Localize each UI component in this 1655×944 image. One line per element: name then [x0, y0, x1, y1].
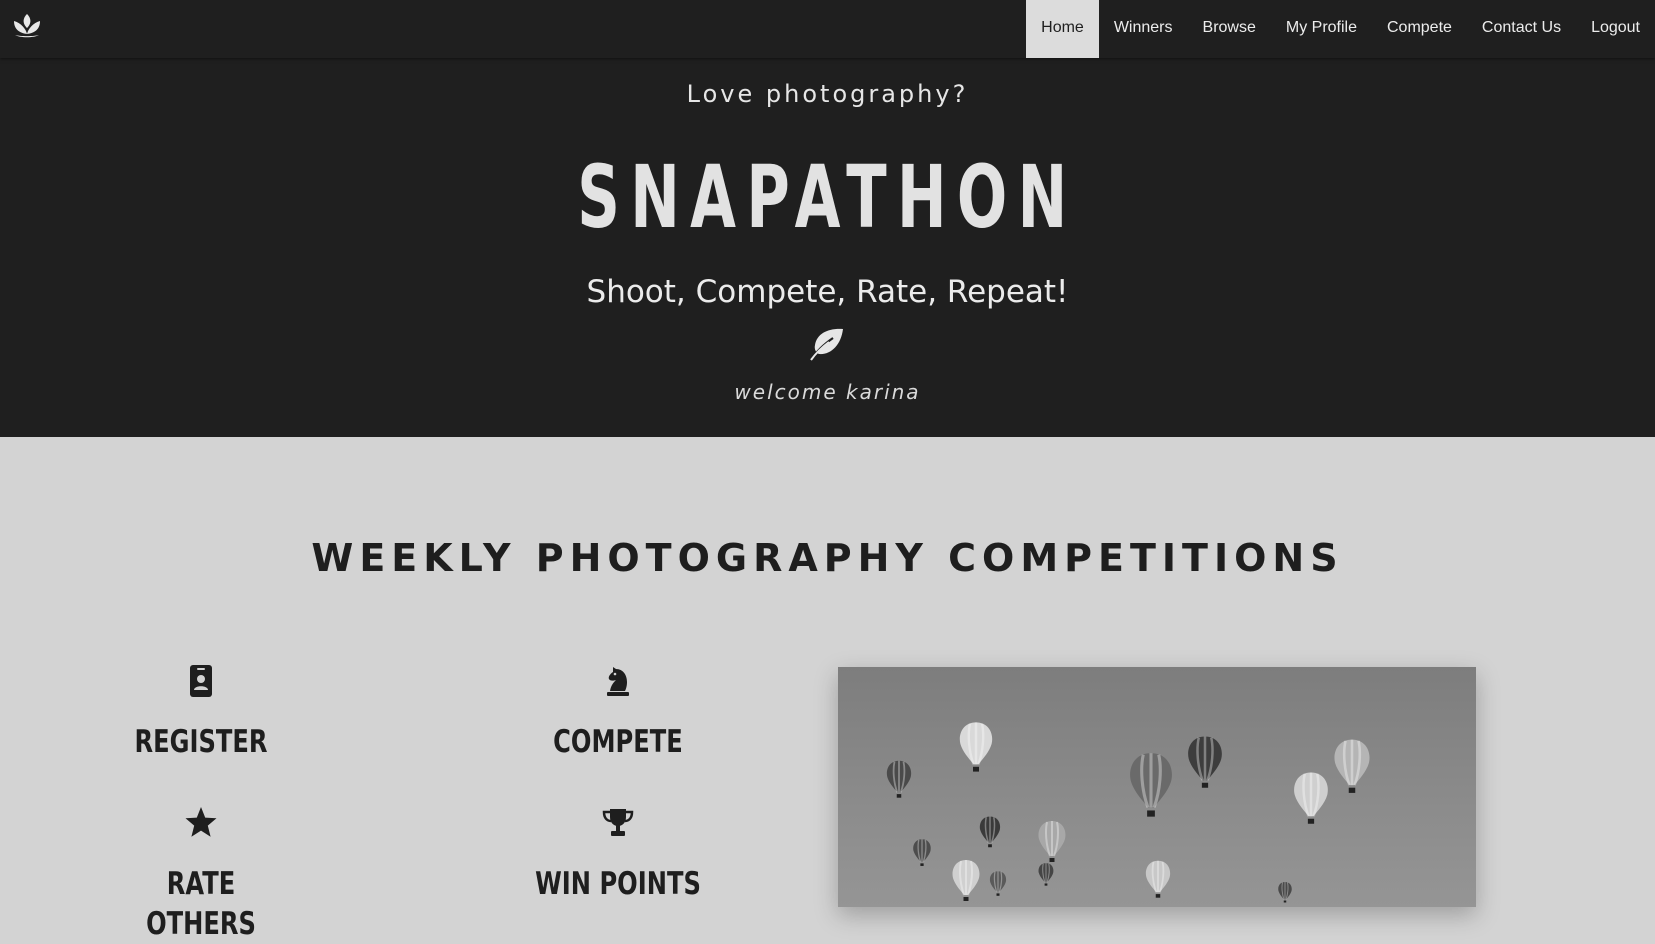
balloons-image — [885, 721, 1371, 903]
balloon — [979, 815, 1001, 848]
trophy-icon — [602, 809, 634, 836]
balloon — [1277, 881, 1293, 903]
welcome-message: welcome karina — [734, 380, 921, 404]
star-icon — [185, 807, 217, 837]
feature-label: REGISTER — [134, 724, 268, 760]
feature-win-points: WIN POINTS — [508, 806, 728, 904]
chess-knight-icon — [607, 667, 629, 696]
hero-section: Love photography? SNAPATHON Shoot, Compe… — [0, 0, 1655, 437]
id-badge-icon — [190, 665, 212, 697]
nav-logout[interactable]: Logout — [1576, 0, 1655, 58]
balloon — [1037, 820, 1067, 863]
nav-winners[interactable]: Winners — [1099, 0, 1188, 58]
feature-label: WIN POINTS — [535, 866, 701, 902]
balloon — [951, 859, 981, 902]
balloon — [1144, 859, 1172, 899]
section-title: WEEKLY PHOTOGRAPHY COMPETITIONS — [311, 536, 1344, 580]
balloon — [1038, 862, 1054, 887]
hero-tagline: Shoot, Compete, Rate, Repeat! — [586, 274, 1069, 310]
nav-home[interactable]: Home — [1026, 0, 1099, 58]
feature-label: RATE OTHERS — [146, 866, 256, 942]
feature-label: COMPETE — [553, 724, 683, 760]
leaf-icon — [810, 328, 843, 361]
balloon — [1333, 738, 1371, 795]
feature-register: REGISTER — [91, 664, 311, 762]
nav-my-profile[interactable]: My Profile — [1271, 0, 1372, 58]
balloon — [885, 759, 913, 799]
balloon — [1128, 751, 1174, 819]
hero-kicker: Love photography? — [686, 80, 969, 108]
balloon — [958, 721, 994, 773]
balloon — [989, 870, 1007, 897]
hot-air-balloons-photo — [838, 667, 1476, 907]
nav-browse[interactable]: Browse — [1188, 0, 1271, 58]
feature-rate-others: RATE OTHERS — [91, 806, 311, 944]
top-navigation: Home Winners Browse My Profile Compete C… — [0, 0, 1655, 58]
nav-links: Home Winners Browse My Profile Compete C… — [1026, 0, 1655, 58]
nav-contact-us[interactable]: Contact Us — [1467, 0, 1576, 58]
balloon — [912, 838, 932, 867]
hero-title: SNAPATHON — [577, 147, 1078, 248]
feature-compete: COMPETE — [508, 664, 728, 762]
nav-compete[interactable]: Compete — [1372, 0, 1467, 58]
lotus-icon[interactable] — [12, 13, 42, 39]
balloon — [1186, 735, 1224, 789]
balloon — [1292, 771, 1330, 825]
